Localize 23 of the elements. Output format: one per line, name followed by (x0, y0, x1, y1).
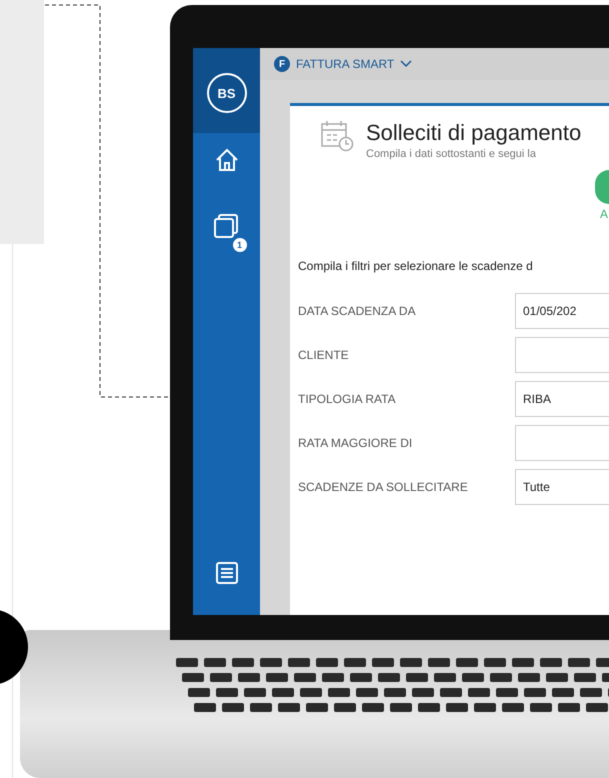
step-label: A (600, 207, 609, 221)
windows-icon[interactable] (212, 213, 240, 241)
count-badge: 1 (232, 238, 246, 252)
field-label: CLIENTE (298, 348, 350, 362)
field-label: RATA MAGGIORE DI (298, 436, 414, 450)
field-label: TIPOLOGIA RATA (298, 392, 397, 406)
input-field[interactable]: 01/05/202 (515, 293, 609, 329)
app-menu[interactable]: FATTURA SMART (296, 57, 394, 71)
instruction-text: Compila i filtri per selezionare le scadenze d (298, 259, 534, 273)
page-subtitle: Compila i dati sottostanti e segui la (366, 148, 537, 160)
input-field[interactable] (515, 337, 609, 373)
field-label: DATA SCADENZA DA (298, 304, 417, 318)
caret-icon[interactable] (400, 60, 412, 68)
input-field[interactable] (515, 425, 609, 461)
home-icon[interactable] (214, 147, 240, 173)
app-badge: F (274, 56, 290, 72)
calendar-clock-icon (320, 120, 354, 152)
input-field[interactable]: Tutte (515, 469, 609, 505)
user-avatar[interactable]: BS (206, 73, 246, 113)
page-title: Solleciti di pagamento (366, 120, 582, 146)
input-field[interactable]: RIBA (515, 381, 609, 417)
list-icon[interactable] (214, 561, 238, 585)
field-label: SCADENZE DA SOLLECITARE (298, 480, 469, 494)
